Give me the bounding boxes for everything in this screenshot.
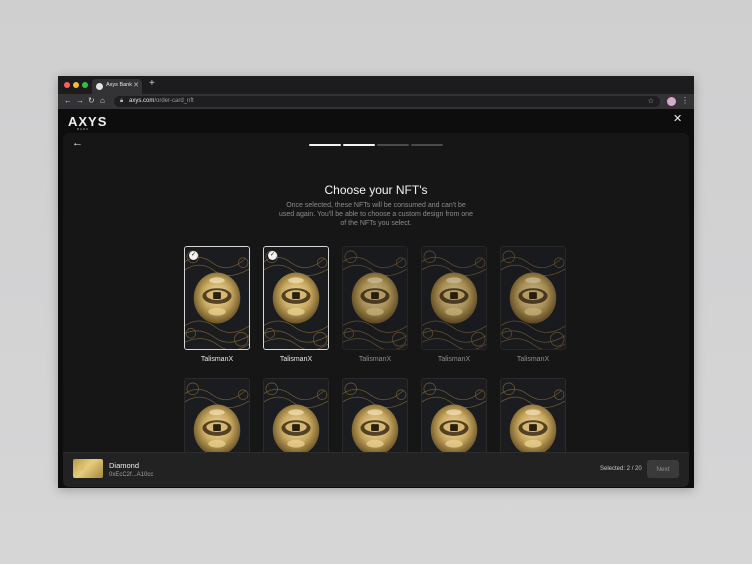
nft-card[interactable] — [421, 246, 487, 350]
nft-card[interactable]: ✓ — [263, 246, 329, 350]
close-tab-icon[interactable]: ✕ — [133, 81, 139, 90]
favicon-icon — [96, 83, 103, 90]
new-tab-icon[interactable]: + — [149, 78, 155, 90]
tab-strip: Axys Bank ✕ + — [58, 76, 694, 94]
next-button[interactable]: Next — [647, 460, 679, 478]
browser-toolbar: ← → ↻ ⌂ 🔒︎ axys.com/order-card_nft ☆ ⋮ — [58, 94, 694, 109]
nft-card[interactable] — [500, 246, 566, 350]
card-address: 0xEcC2f...A10cc — [109, 472, 154, 478]
close-window-button[interactable] — [64, 82, 70, 88]
step-segment-3 — [377, 144, 409, 146]
step-segment-1 — [309, 144, 341, 146]
nft-artwork — [185, 247, 249, 349]
chip-icon — [78, 465, 84, 470]
step-segment-2 — [343, 144, 375, 146]
card-thumbnail — [73, 459, 103, 478]
address-bar[interactable]: 🔒︎ axys.com/order-card_nft ☆ — [114, 96, 660, 107]
maximize-window-button[interactable] — [82, 82, 88, 88]
checkmark-icon: ✓ — [189, 251, 198, 260]
logo-subtitle: BANK — [77, 127, 90, 131]
nft-selection-panel: ← Choose your NFT's Once selected, these… — [63, 133, 689, 486]
nft-artwork — [264, 247, 328, 349]
lock-icon: 🔒︎ — [120, 98, 124, 104]
page-title: Choose your NFT's — [324, 183, 428, 197]
app-root: AXYS BANK ✕ ← Choose your NFT's Once sel… — [58, 109, 694, 488]
nft-artwork — [501, 247, 565, 349]
checkmark-icon: ✓ — [268, 251, 277, 260]
profile-avatar[interactable] — [667, 97, 676, 106]
browser-tab[interactable]: Axys Bank ✕ — [92, 79, 142, 94]
bookmark-star-icon[interactable]: ☆ — [648, 97, 654, 105]
axys-logo: AXYS BANK — [68, 114, 108, 131]
nft-name: TalismanX — [516, 356, 550, 363]
nft-card[interactable] — [342, 246, 408, 350]
minimize-window-button[interactable] — [73, 82, 79, 88]
nft-artwork — [343, 247, 407, 349]
close-icon[interactable]: ✕ — [673, 113, 682, 125]
step-segment-4 — [411, 144, 443, 146]
nft-card[interactable]: ✓ — [184, 246, 250, 350]
browser-window: Axys Bank ✕ + ← → ↻ ⌂ 🔒︎ axys.com/order-… — [58, 76, 694, 488]
selection-footer: Diamond 0xEcC2f...A10cc Selected: 2 / 20… — [63, 452, 689, 487]
card-name: Diamond — [109, 461, 140, 470]
nft-name: TalismanX — [437, 356, 471, 363]
step-progress — [309, 144, 445, 146]
reload-icon[interactable]: ↻ — [88, 96, 95, 106]
home-icon[interactable]: ⌂ — [100, 96, 105, 106]
back-arrow-icon[interactable]: ← — [72, 137, 83, 149]
forward-nav-icon[interactable]: → — [76, 96, 84, 106]
nft-name: TalismanX — [358, 356, 392, 363]
kebab-menu-icon[interactable]: ⋮ — [681, 96, 689, 106]
nft-name: TalismanX — [279, 356, 313, 363]
tab-title: Axys Bank — [106, 82, 132, 88]
selected-count: Selected: 2 / 20 — [600, 466, 642, 472]
back-nav-icon[interactable]: ← — [64, 96, 72, 106]
nft-name: TalismanX — [200, 356, 234, 363]
nft-artwork — [422, 247, 486, 349]
page-description: Once selected, these NFTs will be consum… — [279, 202, 473, 227]
url-text: axys.com/order-card_nft — [129, 98, 194, 104]
